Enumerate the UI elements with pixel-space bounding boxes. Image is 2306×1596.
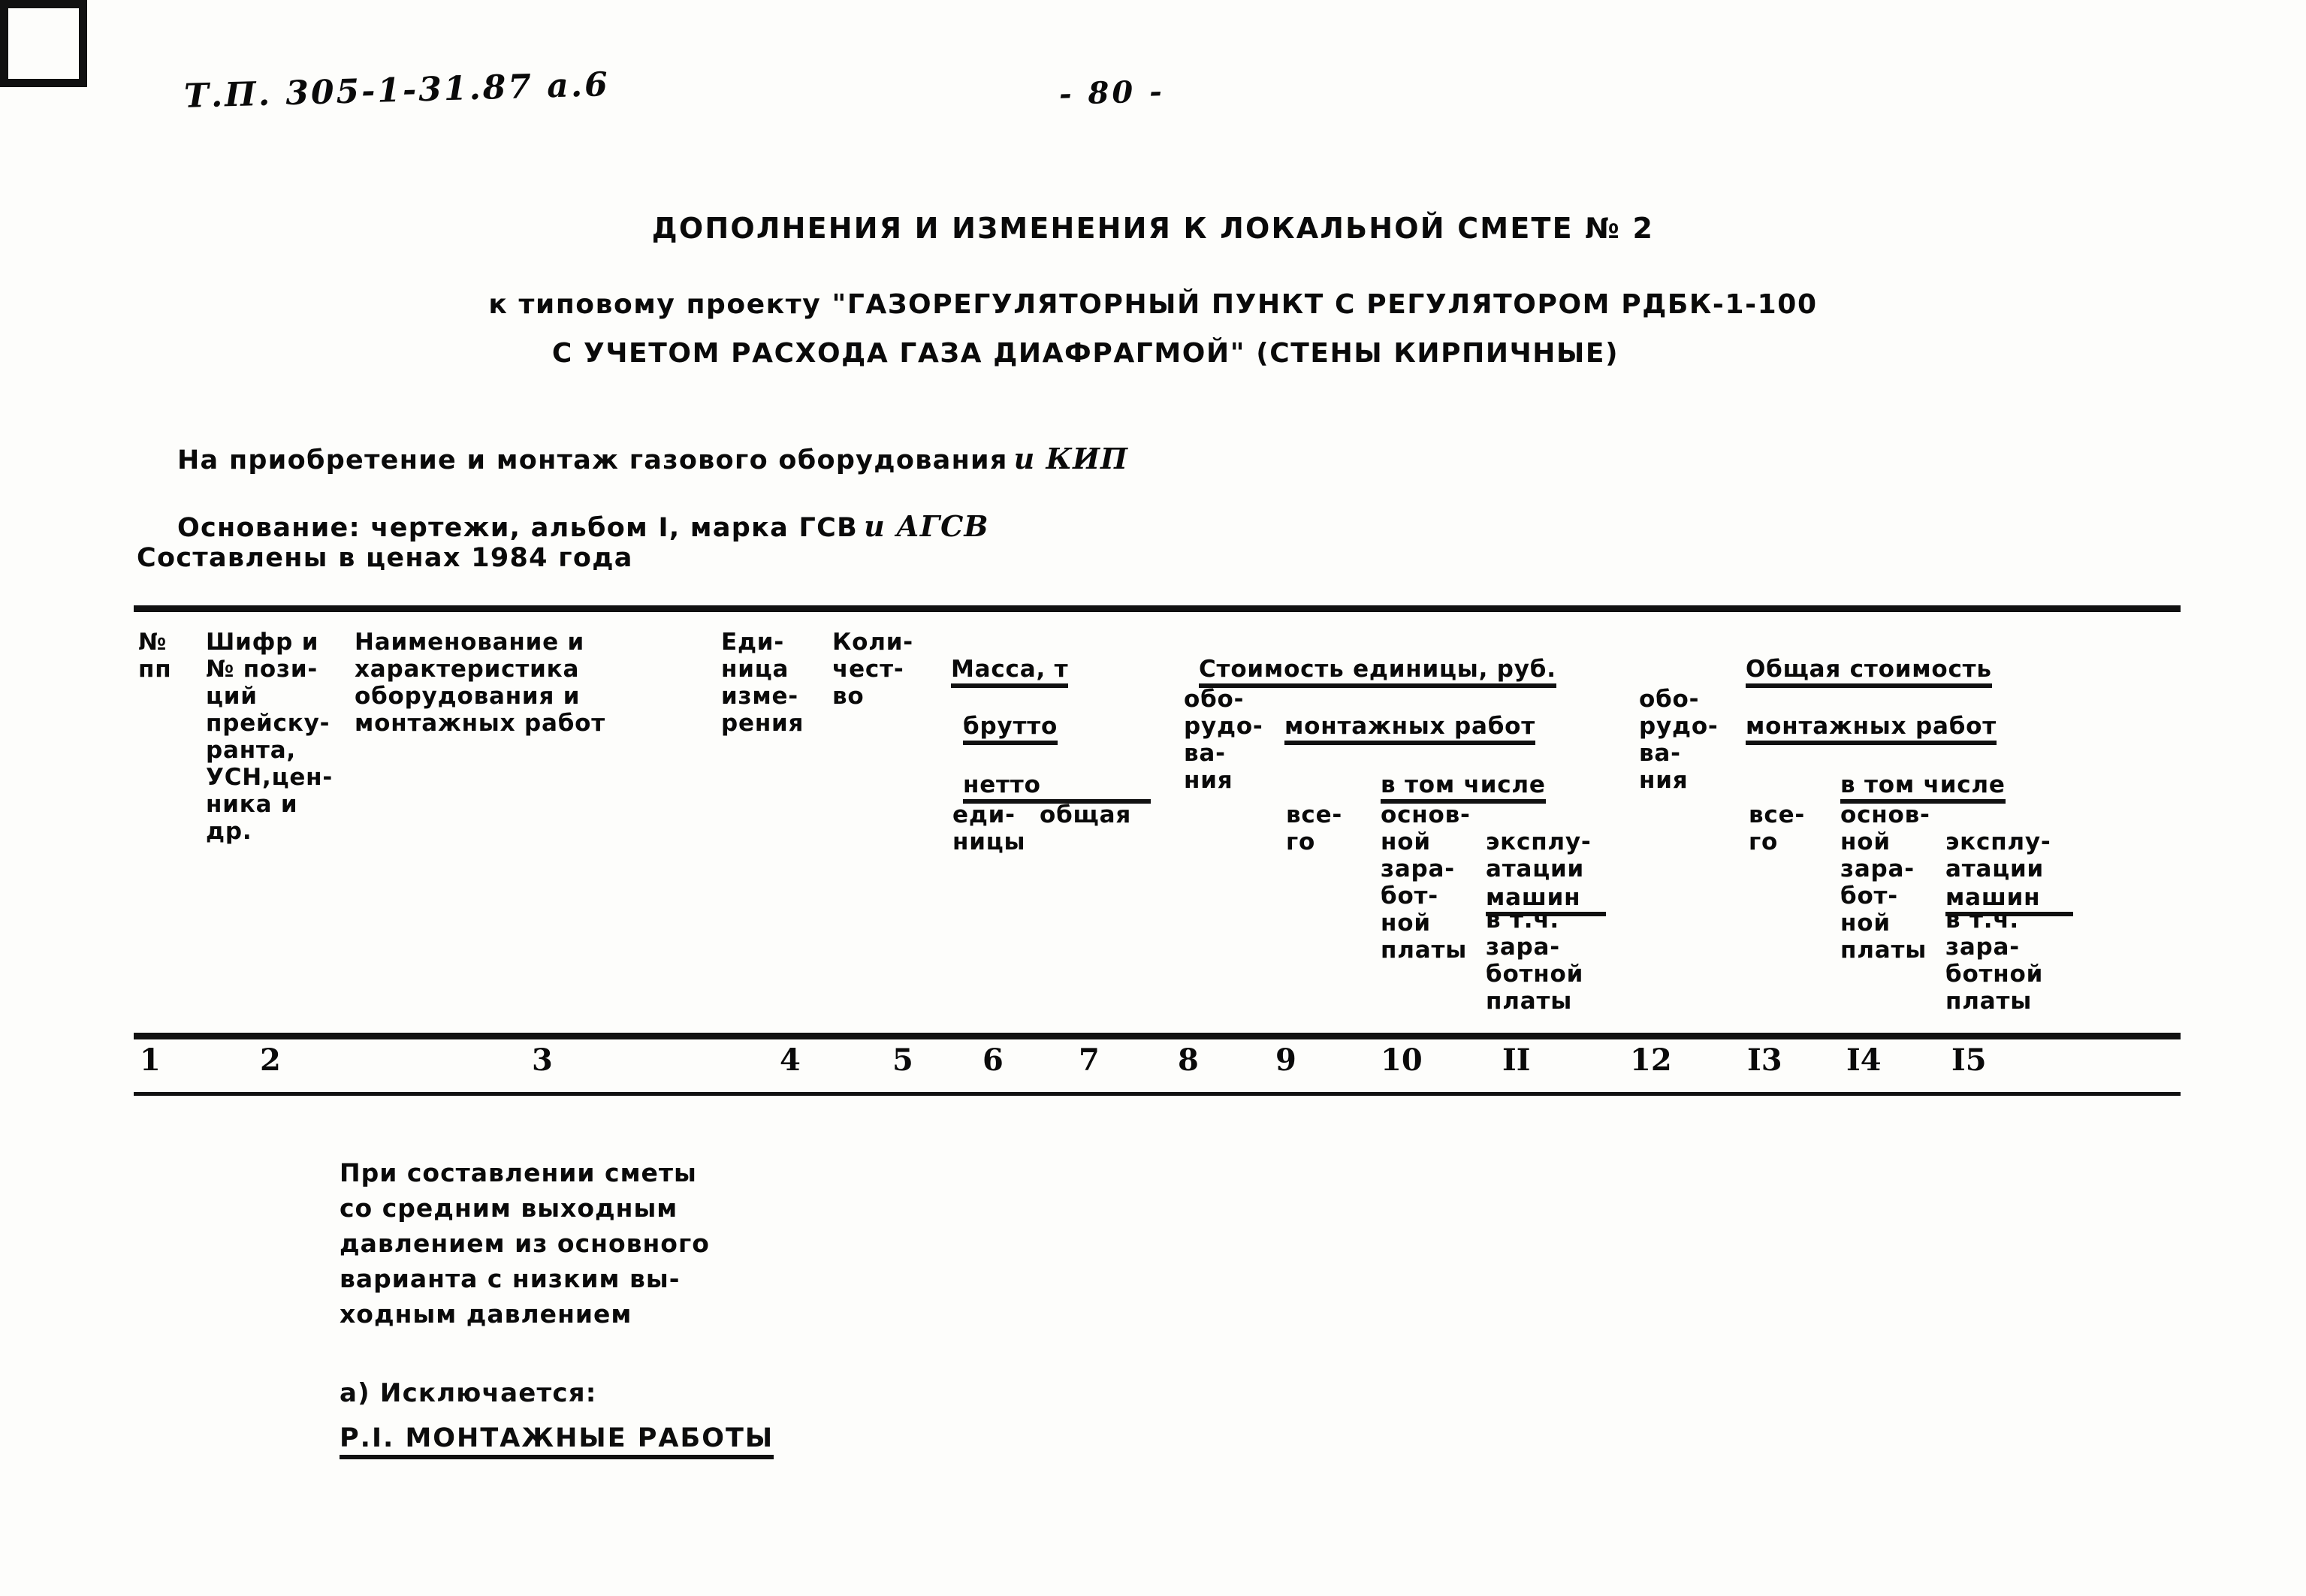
column-header-mass-per-unit: еди- ницы — [952, 801, 1026, 855]
page-number: - 80 - — [1058, 74, 1166, 112]
subheader-unit-cost-of-which: в том числе — [1381, 744, 1546, 804]
group-header-total-cost-installation: монтажных работ — [1746, 686, 1997, 745]
basis-typed-text: Основание: чертежи, альбом I, марка ГСВ — [177, 513, 859, 543]
column-number-2: 2 — [260, 1042, 281, 1078]
group-header-unit-cost-installation: монтажных работ — [1284, 686, 1536, 745]
column-number-3: 3 — [532, 1042, 553, 1078]
purpose-handwritten-addition: и КИП — [1013, 442, 1128, 475]
excluded-section-title: Р.I. МОНТАЖНЫЕ РАБОТЫ — [340, 1423, 774, 1459]
column-number-5: 5 — [892, 1042, 913, 1078]
document-title: ДОПОЛНЕНИЯ И ИЗМЕНЕНИЯ К ЛОКАЛЬНОЙ СМЕТЕ… — [651, 212, 1655, 245]
column-number-10: 10 — [1381, 1042, 1423, 1078]
column-header-unit-cost-equipment: обо- рудо- ва- ния — [1184, 686, 1263, 794]
handwritten-project-code: Т.П. 305-1-31.87 а.6 — [183, 65, 611, 116]
column-header-row-number: № пп — [138, 629, 172, 683]
column-number-13: I3 — [1747, 1042, 1782, 1078]
column-number-8: 8 — [1178, 1042, 1199, 1078]
price-level-line: Составлены в ценах 1984 года — [137, 543, 633, 573]
column-header-total-cost-machine-wages: в т.ч. зара- ботной платы — [1945, 907, 2044, 1015]
column-number-1: 1 — [140, 1042, 161, 1078]
excluded-label: а) Исключается: — [340, 1378, 597, 1408]
document-subtitle-line-1: к типовому проекту "ГАЗОРЕГУЛЯТОРНЫЙ ПУН… — [488, 289, 1818, 320]
column-header-quantity: Коли- чест- во — [832, 629, 913, 710]
column-number-12: 12 — [1630, 1042, 1672, 1078]
column-header-unit-cost-basic-wages: основ- ной зара- бот- ной платы — [1381, 801, 1471, 964]
column-header-mass-total: общая — [1040, 801, 1132, 828]
column-header-total-cost-total: все- го — [1749, 801, 1806, 855]
basis-handwritten-addition: и АГСВ — [864, 509, 989, 543]
group-header-unit-cost: Стоимость единицы, руб. — [1199, 629, 1556, 688]
subheader-mass-brutto: брутто — [963, 686, 1058, 745]
column-header-name-characteristics: Наименование и характеристика оборудован… — [355, 629, 606, 737]
column-number-14: I4 — [1846, 1042, 1882, 1078]
group-header-total-cost: Общая стоимость — [1746, 629, 1992, 688]
estimate-table: № пп Шифр и № пози- ций прейску- ранта, … — [134, 605, 2181, 1096]
column-header-code-position: Шифр и № пози- ций прейску- ранта, УСН,ц… — [206, 629, 334, 845]
document-subtitle-line-2: С УЧЕТОМ РАСХОДА ГАЗА ДИАФРАГМОЙ" (СТЕНЫ… — [551, 338, 1619, 369]
table-bottom-rule — [134, 1092, 2181, 1096]
purpose-typed-text: На приобретение и монтаж газового оборуд… — [177, 445, 1008, 475]
condition-note: При составлении сметы со средним выходны… — [340, 1158, 710, 1329]
column-number-7: 7 — [1079, 1042, 1100, 1078]
table-header-band: № пп Шифр и № пози- ций прейску- ранта, … — [134, 612, 2181, 1033]
registration-mark-bottom-right — [0, 0, 87, 87]
column-number-11: II — [1502, 1042, 1531, 1078]
column-number-4: 4 — [780, 1042, 801, 1078]
table-header-bottom-rule — [134, 1033, 2181, 1039]
scanned-document-page: Т.П. 305-1-31.87 а.6 - 80 - ДОПОЛНЕНИЯ И… — [0, 0, 2306, 1596]
column-header-unit-cost-machine-wages: в т.ч. зара- ботной платы — [1486, 907, 1584, 1015]
group-header-mass: Масса, т — [951, 629, 1069, 688]
column-header-total-cost-basic-wages: основ- ной зара- бот- ной платы — [1840, 801, 1930, 964]
table-top-rule — [134, 605, 2181, 612]
column-header-unit-of-measure: Еди- ница изме- рения — [721, 629, 804, 737]
column-header-total-cost-equipment: обо- рудо- ва- ния — [1639, 686, 1719, 794]
subheader-total-cost-of-which: в том числе — [1840, 744, 2006, 804]
column-number-9: 9 — [1275, 1042, 1296, 1078]
column-number-6: 6 — [982, 1042, 1004, 1078]
column-header-unit-cost-total: все- го — [1286, 801, 1343, 855]
column-number-row: 1 2 3 4 5 6 7 8 9 10 II 12 I3 I4 I5 — [134, 1039, 2181, 1092]
column-number-15: I5 — [1951, 1042, 1987, 1078]
